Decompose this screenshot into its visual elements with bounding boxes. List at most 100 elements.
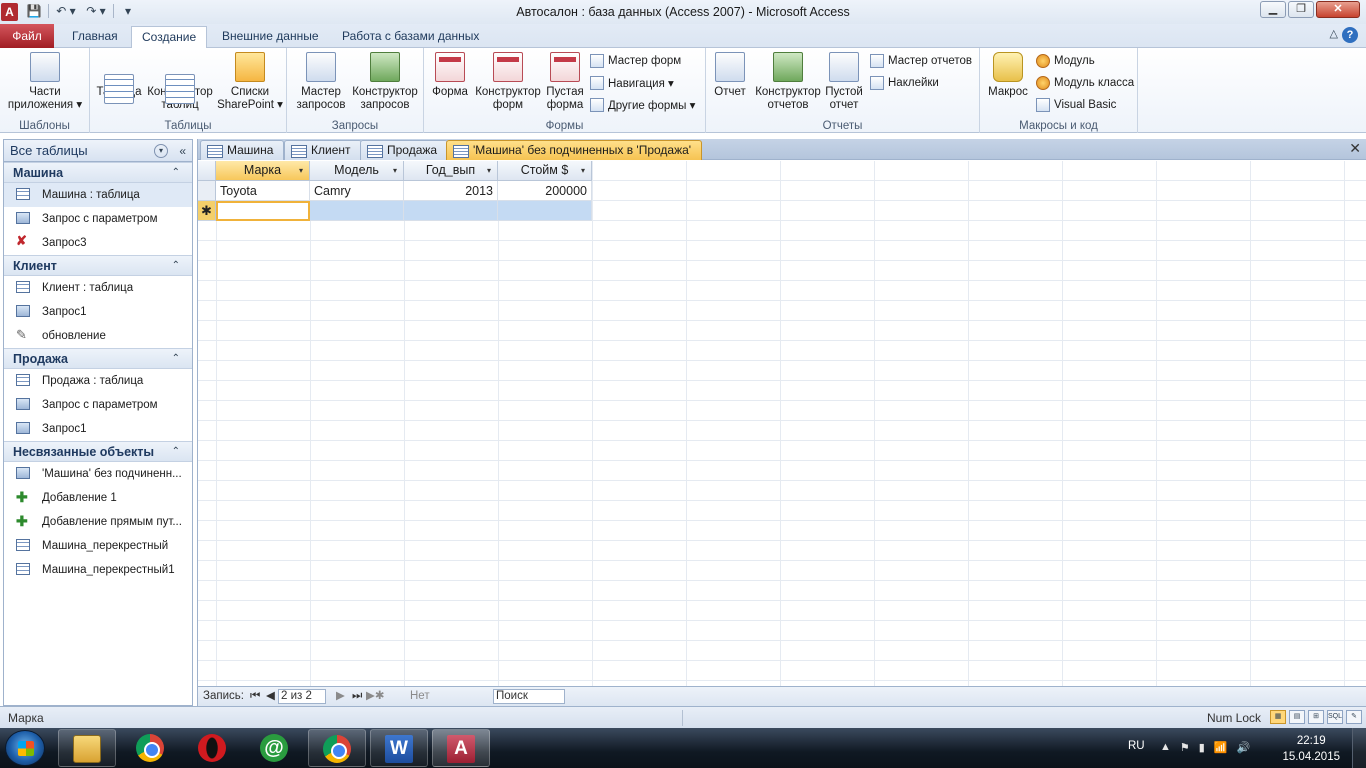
taskbar-word[interactable]: W	[370, 729, 428, 767]
pivot-table-view-icon[interactable]: ▤	[1289, 710, 1305, 724]
column-filter-arrow-icon[interactable]: ▾	[581, 161, 585, 180]
column-header-year[interactable]: Год_вып ▾	[404, 161, 498, 181]
new-record-icon[interactable]: ▶✱	[366, 687, 384, 706]
design-view-icon[interactable]: ✎	[1346, 710, 1362, 724]
new-row-cell[interactable]	[216, 201, 310, 221]
table-cell[interactable]: 2013	[404, 181, 498, 201]
nav-item-klient-table[interactable]: Клиент : таблица	[4, 276, 192, 300]
column-header-marka[interactable]: Марка ▾	[216, 161, 310, 181]
tab-home[interactable]: Главная	[62, 26, 128, 48]
labels-button[interactable]: Наклейки	[870, 76, 939, 90]
navigation-button[interactable]: Навигация ▾	[590, 76, 674, 90]
column-filter-arrow-icon[interactable]: ▾	[393, 161, 397, 180]
close-document-icon[interactable]: ✕	[1349, 140, 1361, 157]
close-button[interactable]: ✕	[1316, 1, 1360, 18]
table-designer-button[interactable]: Конструктор таблиц	[144, 52, 216, 112]
taskbar-access[interactable]: A	[432, 729, 490, 767]
collapse-section-icon[interactable]: ⌃	[172, 349, 180, 369]
pivot-chart-view-icon[interactable]: ⊞	[1308, 710, 1324, 724]
nav-item-crosstab1[interactable]: Машина_перекрестный1	[4, 558, 192, 582]
nav-item-append-direct[interactable]: ✚ Добавление прямым пут...	[4, 510, 192, 534]
form-button[interactable]: Форма	[428, 52, 472, 99]
doc-tab-mashina[interactable]: Машина	[200, 140, 285, 160]
minimize-ribbon-icon[interactable]: △	[1330, 27, 1338, 40]
nav-dropdown-icon[interactable]: ▾	[154, 144, 168, 158]
nav-item-update-query[interactable]: ✎ обновление	[4, 324, 192, 348]
new-row-cell[interactable]	[404, 201, 498, 221]
app-parts-button[interactable]: Части приложения ▾	[6, 52, 84, 112]
maximize-button[interactable]: ❐	[1288, 1, 1314, 18]
macro-button[interactable]: Макрос	[984, 52, 1032, 99]
clock[interactable]: 22:19 15.04.2015	[1282, 733, 1340, 765]
taskbar-mail-agent[interactable]: @	[246, 729, 304, 767]
blank-report-button[interactable]: Пустой отчет	[822, 52, 866, 112]
prev-record-icon[interactable]: ◀	[266, 687, 275, 706]
taskbar-explorer[interactable]	[58, 729, 116, 767]
sql-view-icon[interactable]: SQL	[1327, 710, 1343, 724]
report-wizard-button[interactable]: Мастер отчетов	[870, 54, 972, 68]
form-designer-button[interactable]: Конструктор форм	[472, 52, 544, 112]
nav-item-query3[interactable]: ✘ Запрос3	[4, 231, 192, 255]
start-button[interactable]	[5, 730, 45, 766]
nav-item-query1[interactable]: Запрос1	[4, 300, 192, 324]
doc-tab-klient[interactable]: Клиент	[284, 140, 362, 160]
doc-tab-unmatched-query[interactable]: 'Машина' без подчиненных в 'Продажа'	[446, 140, 703, 160]
table-cell[interactable]: Toyota	[216, 181, 310, 201]
row-selector[interactable]	[198, 181, 216, 201]
select-all-corner[interactable]	[198, 161, 216, 181]
datasheet-view-icon[interactable]: ▦	[1270, 710, 1286, 724]
class-module-button[interactable]: Модуль класса	[1036, 76, 1134, 90]
new-row-cell[interactable]	[498, 201, 592, 221]
minimize-button[interactable]: ▁	[1260, 1, 1286, 18]
tab-file[interactable]: Файл	[0, 24, 54, 48]
table-button[interactable]: Таблица	[94, 52, 144, 104]
column-header-model[interactable]: Модель ▾	[310, 161, 404, 181]
next-record-icon[interactable]: ▶	[336, 687, 345, 706]
table-cell[interactable]: Camry	[310, 181, 404, 201]
nav-section-prodazha[interactable]: Продажа ⌃	[4, 348, 192, 369]
collapse-section-icon[interactable]: ⌃	[172, 442, 180, 462]
taskbar-chrome-2[interactable]	[308, 729, 366, 767]
blank-form-button[interactable]: Пустая форма	[544, 52, 586, 112]
nav-item-crosstab[interactable]: Машина_перекрестный	[4, 534, 192, 558]
nav-item-param-query-2[interactable]: Запрос с параметром	[4, 393, 192, 417]
battery-icon[interactable]: ▮	[1199, 741, 1205, 754]
action-center-icon[interactable]: ⚑	[1180, 741, 1190, 754]
other-forms-button[interactable]: Другие формы ▾	[590, 98, 695, 112]
tab-external-data[interactable]: Внешние данные	[212, 26, 329, 48]
nav-item-unmatched-query[interactable]: 'Машина' без подчиненн...	[4, 462, 192, 486]
nav-collapse-icon[interactable]: «	[179, 140, 186, 162]
query-wizard-button[interactable]: Мастер запросов	[291, 52, 351, 112]
collapse-section-icon[interactable]: ⌃	[172, 163, 180, 183]
help-icon[interactable]: ?	[1342, 27, 1358, 43]
first-record-icon[interactable]: ⏮	[250, 687, 260, 706]
volume-icon[interactable]: 🔊	[1237, 741, 1251, 754]
taskbar-opera[interactable]	[184, 729, 242, 767]
tab-database-tools[interactable]: Работа с базами данных	[332, 26, 489, 48]
visual-basic-button[interactable]: Visual Basic	[1036, 98, 1116, 112]
new-record-selector[interactable]: ✱	[198, 201, 216, 221]
sharepoint-lists-button[interactable]: Списки SharePoint ▾	[216, 52, 284, 112]
nav-item-param-query[interactable]: Запрос с параметром	[4, 207, 192, 231]
nav-section-unrelated[interactable]: Несвязанные объекты ⌃	[4, 441, 192, 462]
search-field[interactable]: Поиск	[493, 689, 565, 704]
nav-item-mashina-table[interactable]: Машина : таблица	[4, 183, 192, 207]
table-cell[interactable]: 200000	[498, 181, 592, 201]
tab-create[interactable]: Создание	[131, 26, 208, 49]
language-indicator[interactable]: RU	[1128, 740, 1145, 752]
taskbar-chrome[interactable]	[122, 729, 180, 767]
nav-section-klient[interactable]: Клиент ⌃	[4, 255, 192, 276]
nav-pane-header[interactable]: Все таблицы ▾ «	[4, 140, 192, 162]
query-designer-button[interactable]: Конструктор запросов	[349, 52, 421, 112]
nav-section-mashina[interactable]: Машина ⌃	[4, 162, 192, 183]
form-wizard-button[interactable]: Мастер форм	[590, 54, 681, 68]
report-designer-button[interactable]: Конструктор отчетов	[752, 52, 824, 112]
new-row-cell[interactable]	[310, 201, 404, 221]
nav-item-append1[interactable]: ✚ Добавление 1	[4, 486, 192, 510]
module-button[interactable]: Модуль	[1036, 54, 1095, 68]
show-hidden-icons-icon[interactable]: ▲	[1160, 741, 1171, 754]
column-filter-arrow-icon[interactable]: ▾	[487, 161, 491, 180]
column-filter-arrow-icon[interactable]: ▾	[299, 161, 303, 180]
doc-tab-prodazha[interactable]: Продажа	[360, 140, 449, 160]
show-desktop-button[interactable]	[1352, 728, 1366, 768]
